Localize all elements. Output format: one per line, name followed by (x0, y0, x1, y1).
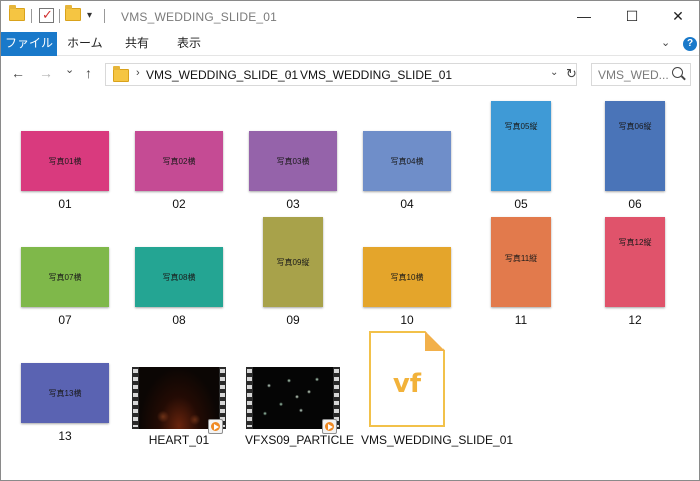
ribbon-tabs: ファイル ホーム 共有 表示 ⌄ ? (1, 32, 699, 56)
tab-view[interactable]: 表示 (177, 32, 201, 56)
title-bar: ✓ ▾ VMS_WEDDING_SLIDE_01 — ☐ ✕ (1, 1, 699, 32)
image-thumbnail: 写真01横 (21, 131, 109, 191)
image-thumbnail: 写真02横 (135, 131, 223, 191)
minimize-button[interactable]: — (561, 1, 607, 32)
file-name: 10 (400, 313, 414, 327)
file-name: VMS_WEDDING_SLIDE_01 (361, 433, 514, 447)
recent-locations-button[interactable]: ⌄ (65, 63, 74, 76)
file-name: VFXS09_PARTICLE (245, 433, 354, 447)
search-input[interactable]: VMS_WED... (591, 63, 691, 86)
explorer-window: ✓ ▾ VMS_WEDDING_SLIDE_01 — ☐ ✕ ファイル ホーム … (0, 0, 700, 481)
quick-access-dropdown-icon[interactable]: ▾ (87, 10, 92, 21)
chevron-right-icon[interactable]: › (136, 67, 140, 79)
divider (31, 9, 32, 23)
chevron-right-icon[interactable]: › (288, 67, 292, 79)
up-button[interactable]: ↑ (85, 65, 92, 81)
image-thumbnail: 写真07横 (21, 247, 109, 307)
file-name: 12 (628, 313, 642, 327)
navigation-bar: ← → ⌄ ↑ › VMS_WEDDING_SLIDE_01 › VMS_WED… (1, 57, 699, 91)
file-name: 02 (172, 197, 186, 211)
forward-button[interactable]: → (39, 65, 53, 81)
image-thumbnail: 写真13横 (21, 363, 109, 423)
file-name: 03 (286, 197, 300, 211)
folder-icon (9, 5, 25, 21)
divider (104, 9, 105, 23)
window-title: VMS_WEDDING_SLIDE_01 (121, 10, 278, 24)
breadcrumb-item[interactable]: VMS_WEDDING_SLIDE_01 (300, 68, 452, 82)
tab-home[interactable]: ホーム (67, 32, 103, 56)
tab-file[interactable]: ファイル (1, 32, 57, 56)
folder-icon (113, 66, 129, 82)
expand-ribbon-icon[interactable]: ⌄ (661, 36, 670, 49)
file-name: 09 (286, 313, 300, 327)
image-thumbnail: 写真12縦 (605, 217, 665, 307)
file-name: 04 (400, 197, 414, 211)
file-name: 06 (628, 197, 642, 211)
file-name: HEART_01 (148, 433, 210, 447)
new-folder-icon[interactable] (65, 5, 81, 21)
video-play-icon (208, 419, 223, 434)
address-bar[interactable]: › VMS_WEDDING_SLIDE_01 › VMS_WEDDING_SLI… (105, 63, 577, 86)
refresh-icon[interactable]: ↻ (566, 66, 577, 82)
file-name: 07 (58, 313, 72, 327)
image-thumbnail: 写真04横 (363, 131, 451, 191)
search-placeholder: VMS_WED... (598, 68, 669, 82)
file-name: 01 (58, 197, 72, 211)
address-dropdown-icon[interactable]: ⌄ (550, 67, 558, 78)
vf-project-file-icon[interactable]: vf (369, 331, 445, 427)
maximize-button[interactable]: ☐ (609, 1, 655, 32)
search-icon[interactable] (672, 67, 683, 78)
image-thumbnail: 写真10横 (363, 247, 451, 307)
file-name: 11 (514, 313, 528, 327)
file-name: 05 (514, 197, 528, 211)
file-name: 13 (58, 429, 72, 443)
image-thumbnail: 写真09縦 (263, 217, 323, 307)
file-name: 08 (172, 313, 186, 327)
close-button[interactable]: ✕ (655, 1, 700, 32)
divider (59, 9, 60, 23)
image-thumbnail: 写真06縦 (605, 101, 665, 191)
image-thumbnail: 写真05縦 (491, 101, 551, 191)
properties-icon[interactable]: ✓ (39, 7, 54, 23)
image-thumbnail: 写真08横 (135, 247, 223, 307)
back-button[interactable]: ← (11, 65, 25, 81)
video-play-icon (322, 419, 337, 434)
file-list: 写真01横 01 写真02横 02 写真03横 03 写真04横 04 写真05… (1, 93, 699, 481)
breadcrumb-item[interactable]: VMS_WEDDING_SLIDE_01 (146, 68, 298, 82)
tab-share[interactable]: 共有 (125, 32, 149, 56)
help-icon[interactable]: ? (683, 37, 697, 51)
vf-logo-text: vf (392, 369, 422, 399)
image-thumbnail: 写真11縦 (491, 217, 551, 307)
image-thumbnail: 写真03横 (249, 131, 337, 191)
